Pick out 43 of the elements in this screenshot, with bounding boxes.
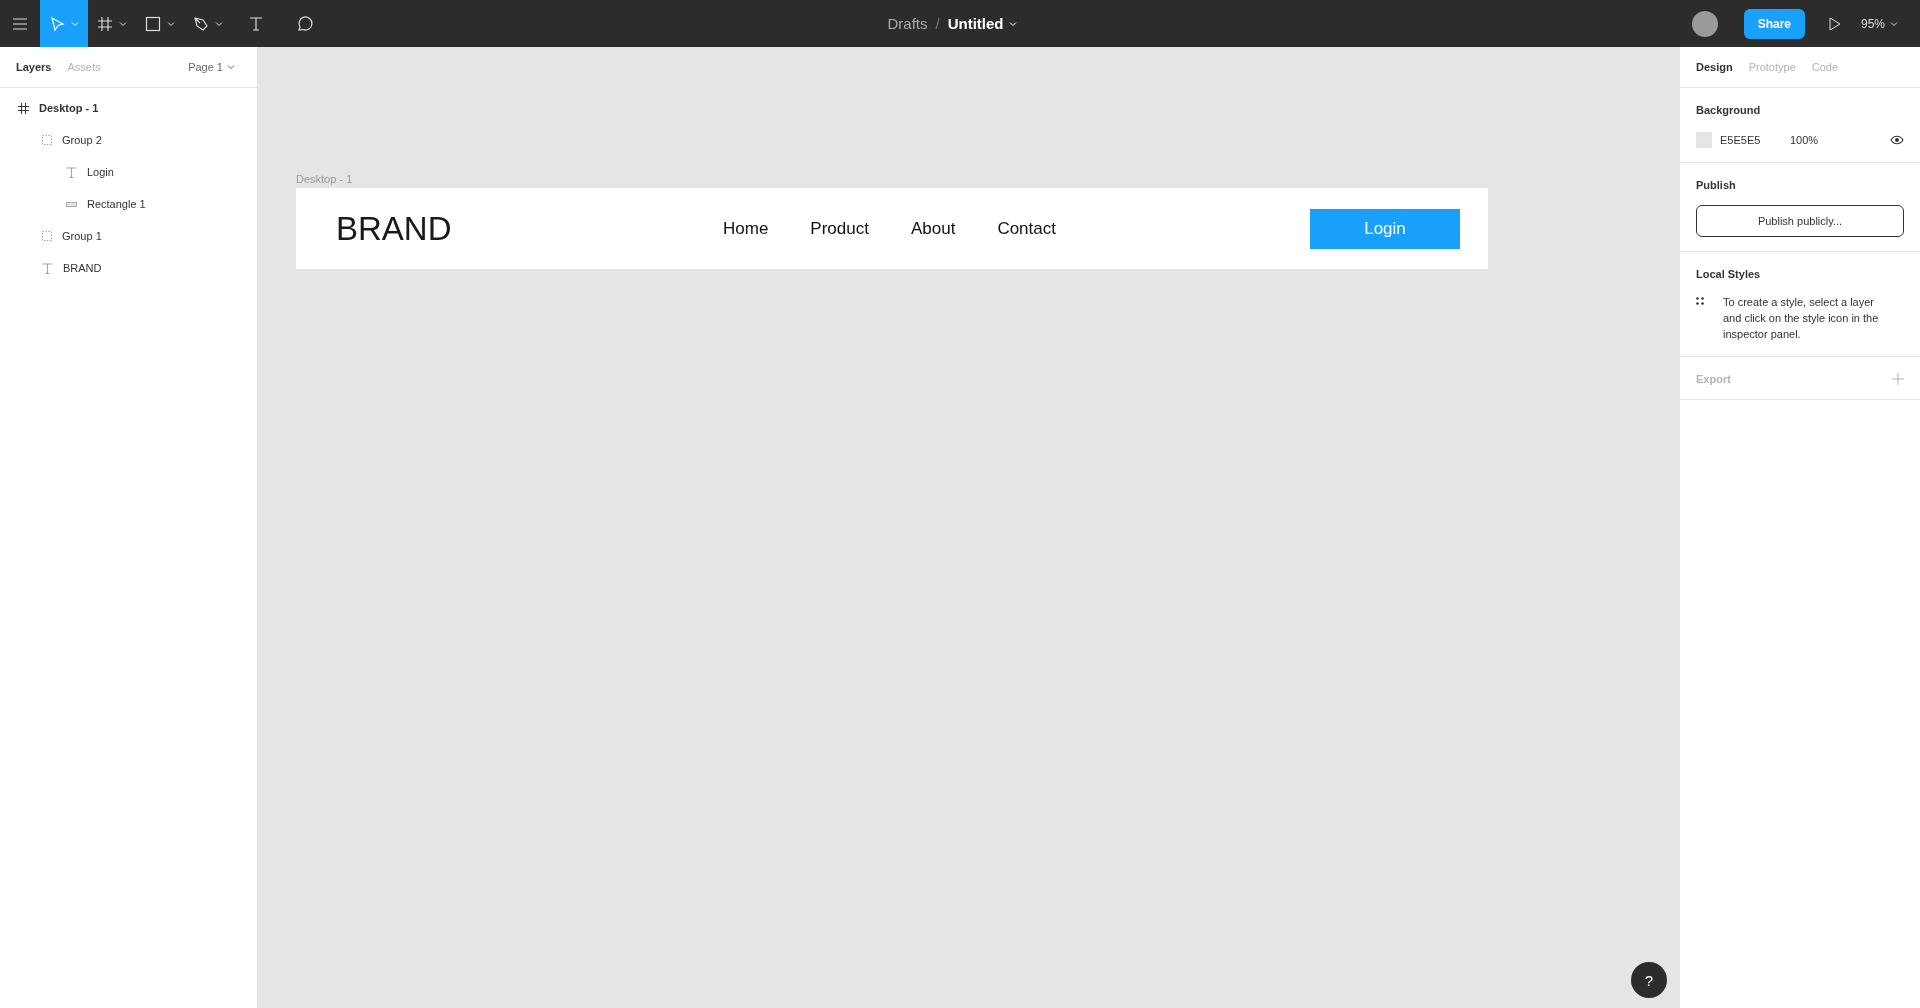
section-title: Background xyxy=(1696,104,1762,116)
opacity-value[interactable]: 100% xyxy=(1790,134,1819,146)
hex-value[interactable]: E5E5E5 xyxy=(1720,134,1782,146)
layer-name[interactable]: Login xyxy=(87,166,114,178)
section-title: Local Styles xyxy=(1696,268,1762,280)
group-icon xyxy=(42,231,52,241)
hint-text: To create a style, select a layer and click on the style icon in the inspector panel. xyxy=(1723,295,1880,342)
color-swatch[interactable] xyxy=(1696,132,1712,148)
publish-button[interactable]: Publish publicly... xyxy=(1696,205,1904,237)
layer-name[interactable]: Group 2 xyxy=(62,134,102,146)
panel-tab[interactable]: Layers xyxy=(16,61,52,73)
frame-icon[interactable] xyxy=(97,15,113,32)
page-dropdown[interactable]: Page 1 xyxy=(182,60,241,74)
play-icon[interactable] xyxy=(1829,16,1841,31)
avatar[interactable] xyxy=(1691,10,1718,37)
breadcrumb-link[interactable]: Drafts xyxy=(887,15,928,32)
rectangle-icon xyxy=(66,201,77,207)
zoom-dropdown[interactable]: 95% xyxy=(1855,15,1904,32)
layer-name[interactable]: Desktop - 1 xyxy=(39,102,99,114)
pointer-icon[interactable] xyxy=(49,15,65,32)
text-icon xyxy=(42,262,53,274)
frame-label: Desktop - 1 xyxy=(296,173,354,185)
file-name[interactable]: Untitled xyxy=(947,15,1017,32)
text-icon xyxy=(66,166,77,178)
pen-icon[interactable] xyxy=(193,15,209,32)
layer-name[interactable]: Group 1 xyxy=(62,230,102,242)
layer-name[interactable]: Rectangle 1 xyxy=(87,198,146,210)
help-button[interactable]: ? xyxy=(1631,962,1667,998)
section-title: Export xyxy=(1696,373,1731,385)
comment-icon[interactable] xyxy=(295,14,313,33)
rectangle-icon[interactable] xyxy=(145,15,161,32)
breadcrumb-separator: / xyxy=(935,15,940,32)
section-title: Publish xyxy=(1696,179,1737,191)
brand-logo: BRAND xyxy=(336,209,453,248)
eye-icon[interactable] xyxy=(1890,135,1904,145)
layer-name[interactable]: BRAND xyxy=(63,262,102,274)
panel-tab[interactable]: Design xyxy=(1696,61,1733,73)
frame-icon xyxy=(18,102,29,114)
styles-icon xyxy=(1696,297,1704,305)
text-icon[interactable] xyxy=(248,15,264,32)
group-icon xyxy=(42,135,52,145)
menu-icon[interactable] xyxy=(13,17,27,30)
chevron-down-icon[interactable] xyxy=(227,64,235,70)
